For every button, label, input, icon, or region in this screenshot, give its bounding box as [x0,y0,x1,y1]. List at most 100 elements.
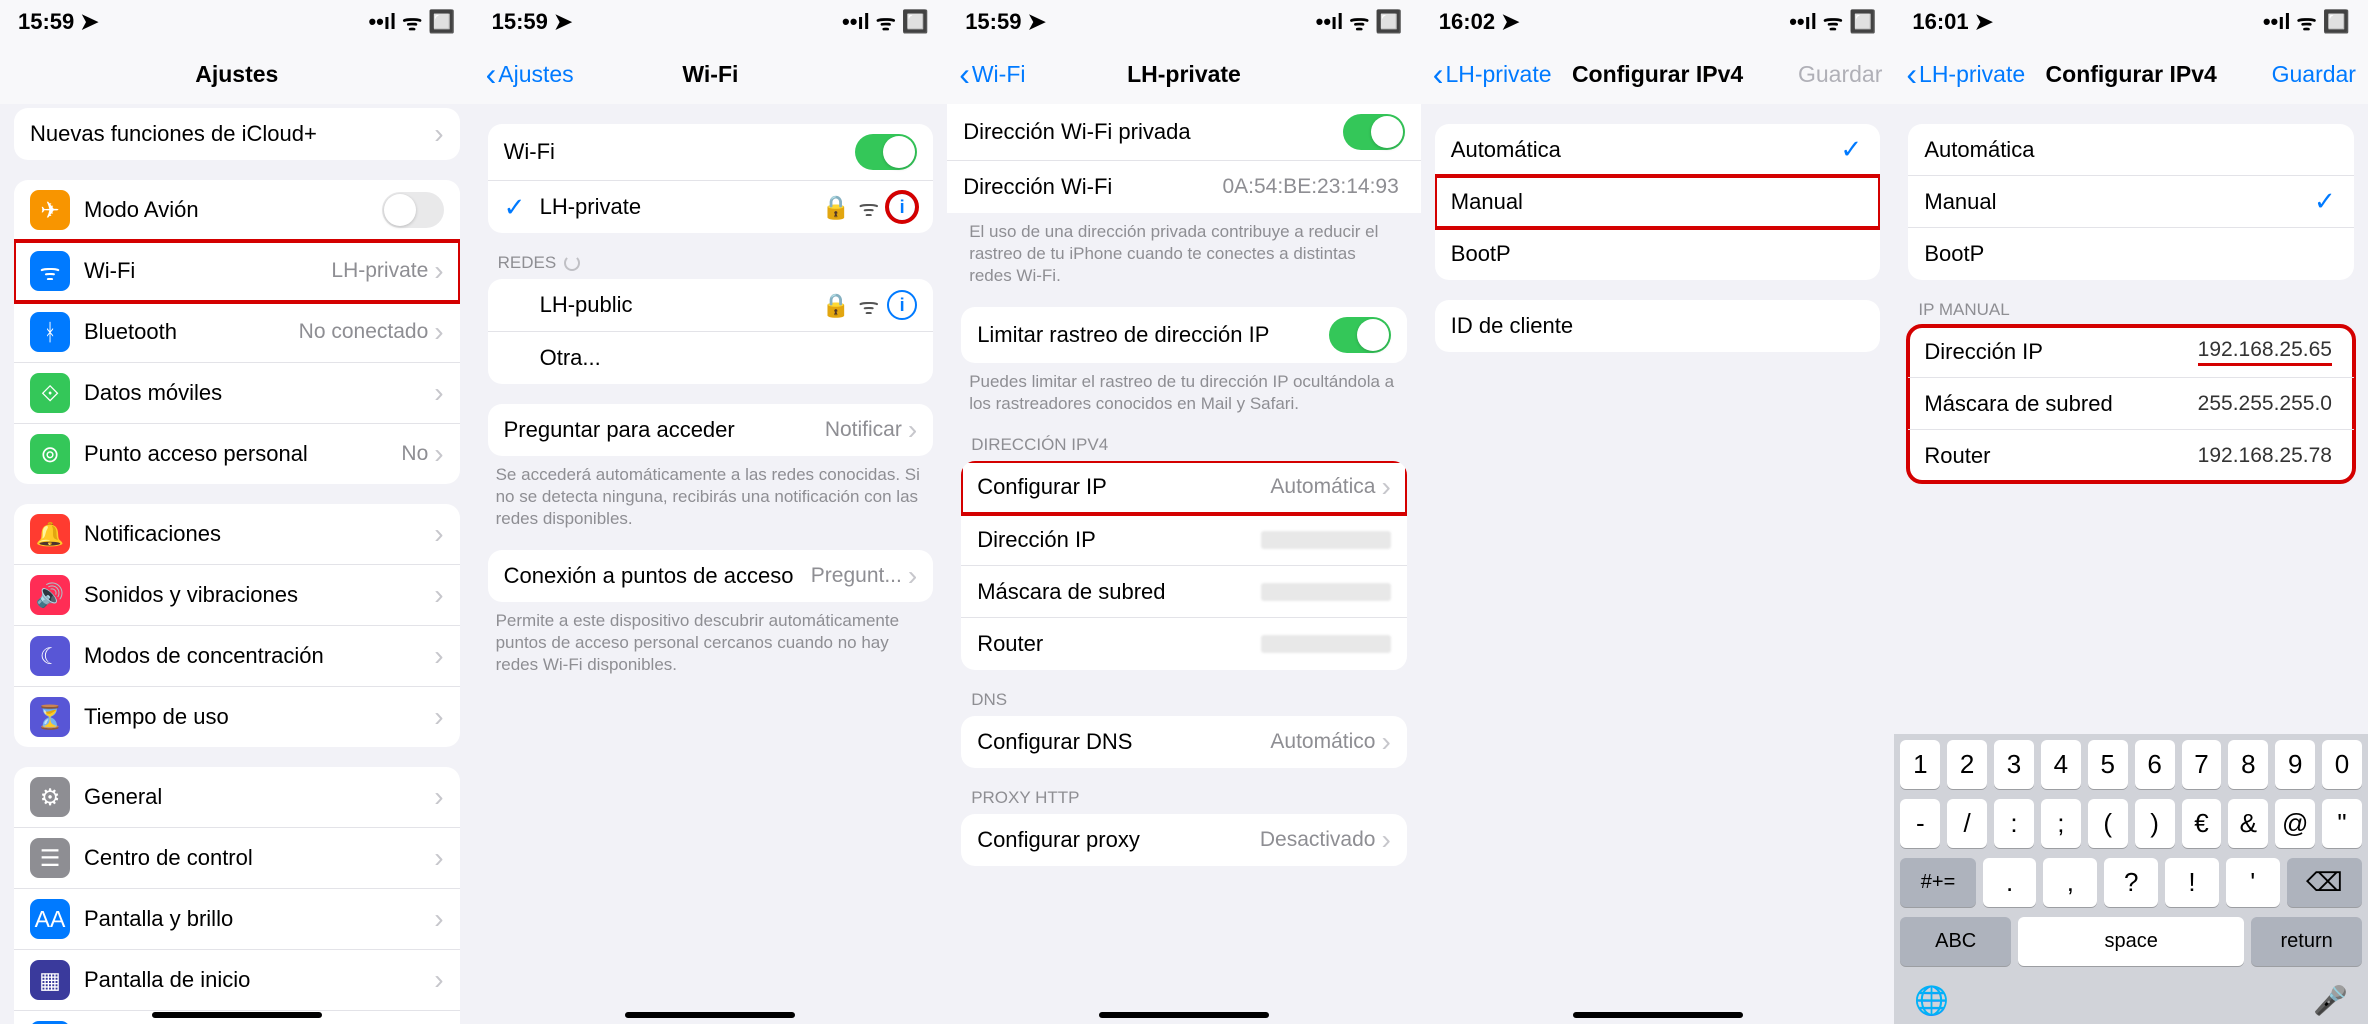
hotspot-row[interactable]: ⊚ Punto acceso personal No › [14,424,460,484]
key-lparen[interactable]: ( [2088,799,2128,848]
key-7[interactable]: 7 [2182,740,2222,789]
chevron-right-icon: › [434,964,443,996]
ip-address-value: 192.168.25.65 [2198,338,2332,366]
other-network-row[interactable]: Otra... [488,332,934,384]
key-3[interactable]: 3 [1994,740,2034,789]
location-icon: ➤ [554,9,572,35]
icloud-plus-row[interactable]: Nuevas funciones de iCloud+ › [14,108,460,160]
sounds-row[interactable]: 🔊 Sonidos y vibraciones› [14,565,460,626]
phone-1-ajustes: 15:59➤ ••ılᯤ🔲 Ajustes Nuevas funciones d… [0,0,474,1024]
location-icon: ➤ [1975,9,1993,35]
key-apos[interactable]: ' [2226,858,2280,907]
key-9[interactable]: 9 [2275,740,2315,789]
check-icon: ✓ [2314,186,2338,217]
key-excl[interactable]: ! [2165,858,2219,907]
manual-ip-row[interactable]: Dirección IP 192.168.25.65 [1908,326,2354,378]
configure-dns-row[interactable]: Configurar DNS Automático › [961,716,1407,768]
key-quote[interactable]: " [2322,799,2362,848]
airplane-toggle[interactable] [382,192,444,228]
general-row[interactable]: ⚙ General› [14,767,460,828]
key-semicolon[interactable]: ; [2041,799,2081,848]
mic-icon[interactable]: 🎤 [2313,984,2348,1017]
keyboard: 1 2 3 4 5 6 7 8 9 0 - / : ; ( ) € & @ " … [1894,734,2368,1024]
check-icon: ✓ [504,192,528,223]
notifications-row[interactable]: 🔔 Notificaciones› [14,504,460,565]
info-button[interactable]: i [887,192,917,222]
option-manual[interactable]: Manual [1435,176,1881,228]
chevron-right-icon: › [434,518,443,550]
ip-manual-list: Dirección IP 192.168.25.65 Máscara de su… [1908,326,2354,482]
key-backspace[interactable]: ⌫ [2287,858,2362,907]
grid-icon: ▦ [30,960,70,1000]
key-1[interactable]: 1 [1900,740,1940,789]
connected-network-row[interactable]: ✓ LH-private 🔒ᯤ i [488,181,934,233]
key-5[interactable]: 5 [2088,740,2128,789]
home-indicator[interactable] [625,1012,795,1018]
key-euro[interactable]: € [2182,799,2222,848]
limit-tracking-row: Limitar rastreo de dirección IP [961,307,1407,363]
key-at[interactable]: @ [2275,799,2315,848]
option-bootp[interactable]: BootP [1908,228,2354,280]
airplane-mode-row[interactable]: ✈ Modo Avión [14,180,460,241]
limit-toggle[interactable] [1329,317,1391,353]
bluetooth-row[interactable]: ᚼ Bluetooth No conectado › [14,302,460,363]
option-automatic[interactable]: Automática [1908,124,2354,176]
switches-icon: ☰ [30,838,70,878]
key-question[interactable]: ? [2104,858,2158,907]
key-return[interactable]: return [2251,917,2362,966]
client-id-row[interactable]: ID de cliente [1435,300,1881,352]
key-6[interactable]: 6 [2135,740,2175,789]
key-rparen[interactable]: ) [2135,799,2175,848]
configure-ip-row[interactable]: Configurar IP Automática › [961,461,1407,514]
home-indicator[interactable] [152,1012,322,1018]
home-indicator[interactable] [1099,1012,1269,1018]
key-symbols[interactable]: #+= [1900,858,1975,907]
key-slash[interactable]: / [1947,799,1987,848]
key-abc[interactable]: ABC [1900,917,2011,966]
hotspot-connect-row[interactable]: Conexión a puntos de acceso Pregunt... › [488,550,934,602]
wifi-toggle[interactable] [855,134,917,170]
control-center-row[interactable]: ☰ Centro de control› [14,828,460,889]
location-icon: ➤ [1027,9,1045,35]
key-2[interactable]: 2 [1947,740,1987,789]
info-button[interactable]: i [887,290,917,320]
focus-row[interactable]: ☾ Modos de concentración› [14,626,460,687]
key-space[interactable]: space [2018,917,2244,966]
key-8[interactable]: 8 [2228,740,2268,789]
key-colon[interactable]: : [1994,799,2034,848]
key-comma[interactable]: , [2043,858,2097,907]
wifi-toggle-row: Wi-Fi [488,124,934,181]
signal-icon: ••ıl [2263,9,2291,35]
private-addr-toggle[interactable] [1343,114,1405,150]
option-automatic[interactable]: Automática ✓ [1435,124,1881,176]
ask-to-join-row[interactable]: Preguntar para acceder Notificar › [488,404,934,456]
wifi-signal-icon: ᯤ [858,289,879,321]
home-indicator[interactable] [1573,1012,1743,1018]
chevron-right-icon: › [434,701,443,733]
key-0[interactable]: 0 [2322,740,2362,789]
moon-icon: ☾ [30,636,70,676]
subnet-mask-row: Máscara de subred [961,566,1407,618]
wifi-row[interactable]: ᯤ Wi-Fi LH-private › [14,241,460,302]
display-row[interactable]: AA Pantalla y brillo› [14,889,460,950]
option-manual[interactable]: Manual ✓ [1908,176,2354,228]
option-bootp[interactable]: BootP [1435,228,1881,280]
key-period[interactable]: . [1983,858,2037,907]
globe-icon[interactable]: 🌐 [1914,984,1949,1017]
phone-4-configure-ipv4: 16:02➤ ••ılᯤ🔲 ‹LH-private Configurar IPv… [1421,0,1895,1024]
cellular-row[interactable]: ⟐ Datos móviles › [14,363,460,424]
key-4[interactable]: 4 [2041,740,2081,789]
manual-router-row[interactable]: Router 192.168.25.78 [1908,430,2354,482]
wifi-icon: ᯤ [1823,7,1843,37]
status-time: 15:59 [18,9,74,35]
network-row[interactable]: LH-public 🔒ᯤ i [488,279,934,332]
chevron-right-icon: › [434,377,443,409]
key-dash[interactable]: - [1900,799,1940,848]
key-amp[interactable]: & [2228,799,2268,848]
manual-mask-row[interactable]: Máscara de subred 255.255.255.0 [1908,378,2354,430]
configure-proxy-row[interactable]: Configurar proxy Desactivado › [961,814,1407,866]
screentime-row[interactable]: ⏳ Tiempo de uso› [14,687,460,747]
airplane-icon: ✈ [30,190,70,230]
wifi-icon: ᯤ [1349,7,1369,37]
homescreen-row[interactable]: ▦ Pantalla de inicio› [14,950,460,1011]
